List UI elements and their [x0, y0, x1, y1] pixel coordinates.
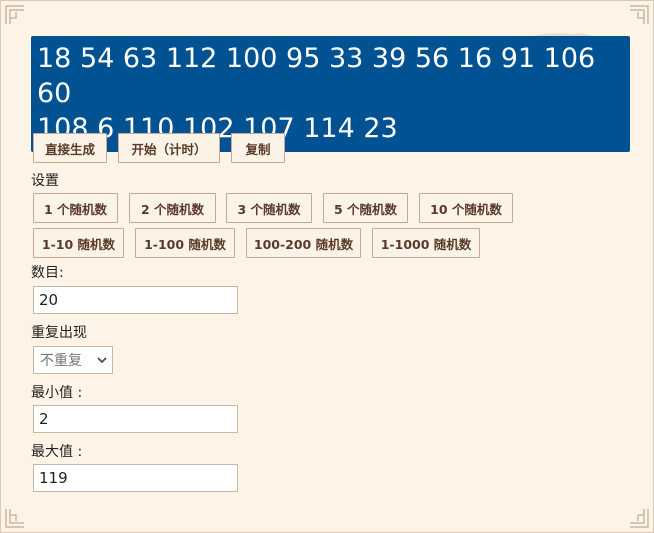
min-input[interactable]: 2	[33, 405, 238, 433]
settings-label: 设置	[31, 173, 59, 189]
count-input[interactable]: 20	[33, 286, 238, 314]
preset-2-numbers-button[interactable]: 2 个随机数	[129, 193, 216, 223]
min-label: 最小值 :	[31, 385, 83, 401]
preset-10-numbers-button[interactable]: 10 个随机数	[419, 193, 513, 223]
range-1-1000-button[interactable]: 1-1000 随机数	[372, 228, 480, 258]
corner-ornament-icon	[4, 4, 26, 26]
corner-ornament-icon	[628, 507, 650, 529]
max-input[interactable]: 119	[33, 464, 238, 492]
count-label: 数目:	[31, 265, 64, 281]
result-line-1: 18 54 63 112 100 95 33 39 56 16 91 106 6…	[37, 43, 596, 109]
max-label: 最大值 :	[31, 444, 83, 460]
preset-1-number-button[interactable]: 1 个随机数	[33, 193, 118, 223]
preset-3-numbers-button[interactable]: 3 个随机数	[226, 193, 312, 223]
range-1-10-button[interactable]: 1-10 随机数	[33, 228, 124, 258]
corner-ornament-icon	[4, 507, 26, 529]
start-timed-button[interactable]: 开始（计时）	[118, 133, 220, 163]
copy-button[interactable]: 复制	[231, 133, 285, 163]
chevron-down-icon	[97, 354, 107, 366]
repeat-select[interactable]: 不重复	[33, 346, 113, 374]
range-1-100-button[interactable]: 1-100 随机数	[135, 228, 235, 258]
range-100-200-button[interactable]: 100-200 随机数	[246, 228, 361, 258]
repeat-label: 重复出现	[31, 325, 87, 341]
preset-5-numbers-button[interactable]: 5 个随机数	[323, 193, 408, 223]
generate-button[interactable]: 直接生成	[33, 133, 107, 163]
repeat-select-value: 不重复	[40, 353, 82, 369]
